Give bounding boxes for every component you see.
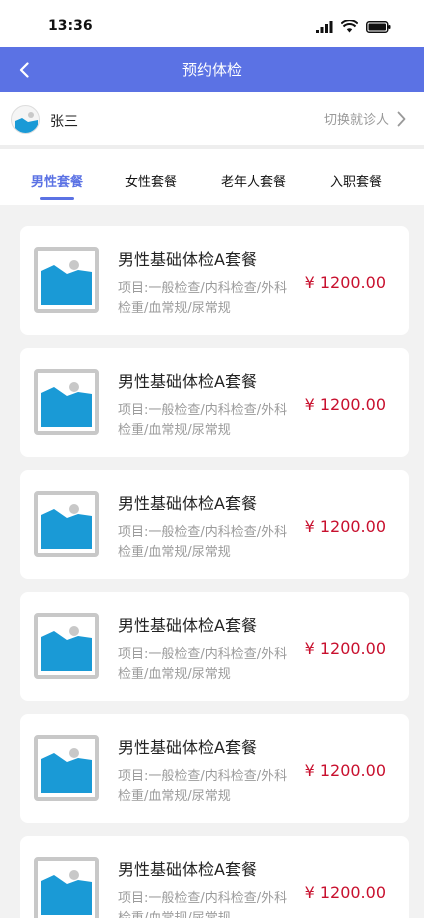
status-icons	[316, 20, 391, 33]
chevron-right-icon	[397, 111, 406, 126]
package-tabs: 男性套餐 女性套餐 老年人套餐 入职套餐	[0, 149, 424, 205]
package-card[interactable]: 男性基础体检A套餐 项目:一般检查/内科检查/外科检重/血常规/尿常规 ¥ 12…	[20, 226, 409, 335]
package-desc: 项目:一般检查/内科检查/外科检重/血常规/尿常规	[118, 647, 288, 682]
package-title: 男性基础体检A套餐	[118, 738, 257, 757]
package-title: 男性基础体检A套餐	[118, 616, 257, 635]
image-placeholder-icon	[34, 735, 99, 801]
tab-elderly[interactable]: 老年人套餐	[221, 171, 286, 190]
tab-onboarding[interactable]: 入职套餐	[330, 171, 382, 190]
tab-male[interactable]: 男性套餐	[31, 171, 83, 190]
status-time: 13:36	[48, 18, 93, 34]
image-placeholder-icon	[34, 857, 99, 918]
tab-indicator	[40, 197, 74, 200]
image-placeholder-icon	[34, 613, 99, 679]
package-title: 男性基础体检A套餐	[118, 494, 257, 513]
package-card[interactable]: 男性基础体检A套餐 项目:一般检查/内科检查/外科检重/血常规/尿常规 ¥ 12…	[20, 592, 409, 701]
status-bar: 13:36	[0, 0, 424, 47]
package-desc: 项目:一般检查/内科检查/外科检重/血常规/尿常规	[118, 525, 288, 560]
package-title: 男性基础体检A套餐	[118, 860, 257, 879]
switch-patient-button[interactable]: 切换就诊人	[324, 109, 406, 128]
patient-bar: 张三 切换就诊人	[0, 92, 424, 149]
image-placeholder-icon	[34, 247, 99, 313]
image-placeholder-icon	[34, 491, 99, 557]
back-button[interactable]	[16, 58, 32, 82]
package-price: ¥ 1200.00	[304, 639, 386, 658]
patient-name: 张三	[50, 114, 78, 130]
package-price: ¥ 1200.00	[304, 517, 386, 536]
wifi-icon	[341, 20, 358, 33]
chevron-left-icon	[19, 62, 29, 78]
battery-icon	[366, 20, 391, 33]
signal-icon	[316, 20, 333, 33]
package-card[interactable]: 男性基础体检A套餐 项目:一般检查/内科检查/外科检重/血常规/尿常规 ¥ 12…	[20, 470, 409, 579]
page-title: 预约体检	[181, 61, 242, 79]
avatar-image-icon	[15, 112, 38, 133]
switch-patient-label: 切换就诊人	[323, 113, 389, 128]
package-desc: 项目:一般检查/内科检查/外科检重/血常规/尿常规	[118, 891, 288, 918]
image-placeholder-icon	[34, 369, 99, 435]
package-title: 男性基础体检A套餐	[118, 250, 257, 269]
package-card[interactable]: 男性基础体检A套餐 项目:一般检查/内科检查/外科检重/血常规/尿常规 ¥ 12…	[20, 836, 409, 918]
avatar	[11, 105, 40, 134]
package-card[interactable]: 男性基础体检A套餐 项目:一般检查/内科检查/外科检重/血常规/尿常规 ¥ 12…	[20, 348, 409, 457]
package-title: 男性基础体检A套餐	[118, 372, 257, 391]
package-desc: 项目:一般检查/内科检查/外科检重/血常规/尿常规	[118, 281, 288, 316]
package-card[interactable]: 男性基础体检A套餐 项目:一般检查/内科检查/外科检重/血常规/尿常规 ¥ 12…	[20, 714, 409, 823]
package-price: ¥ 1200.00	[304, 395, 386, 414]
nav-bar: 预约体检	[0, 47, 424, 92]
package-price: ¥ 1200.00	[304, 761, 386, 780]
package-desc: 项目:一般检查/内科检查/外科检重/血常规/尿常规	[118, 769, 288, 804]
package-desc: 项目:一般检查/内科检查/外科检重/血常规/尿常规	[118, 403, 288, 438]
tab-female[interactable]: 女性套餐	[125, 171, 177, 190]
package-price: ¥ 1200.00	[304, 273, 386, 292]
package-price: ¥ 1200.00	[304, 883, 386, 902]
